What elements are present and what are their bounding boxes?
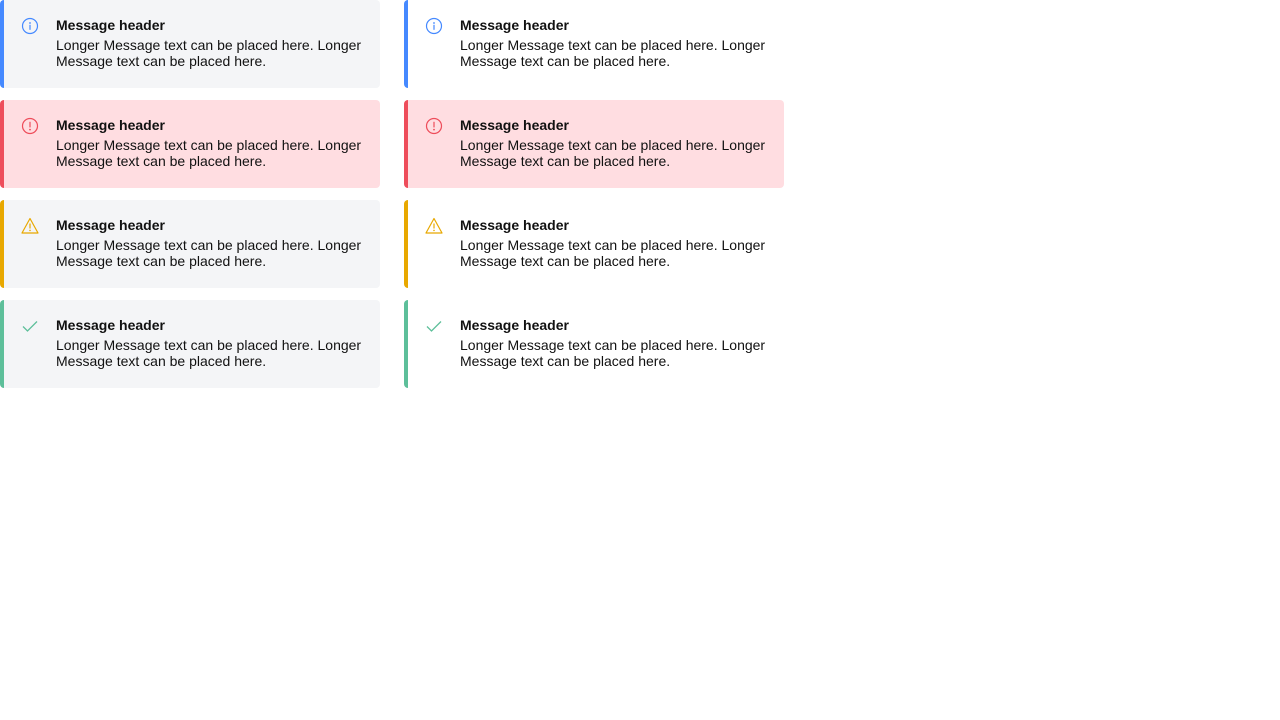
message-header: Message header — [56, 17, 165, 33]
exclamation-circle-icon — [20, 116, 40, 136]
message-header: Message header — [460, 317, 569, 333]
message-text: Message header Longer Message text can b… — [460, 16, 770, 69]
info-message: Message header Longer Message text can b… — [404, 0, 784, 88]
message-text: Message header Longer Message text can b… — [56, 116, 366, 169]
warning-message: Message header Longer Message text can b… — [404, 200, 784, 288]
message-header: Message header — [56, 317, 165, 333]
message-text: Message header Longer Message text can b… — [56, 316, 366, 369]
info-circle-icon — [424, 16, 444, 36]
message-body: Longer Message text can be placed here. … — [460, 37, 766, 69]
message-text: Message header Longer Message text can b… — [56, 16, 366, 69]
info-message: Message header Longer Message text can b… — [0, 0, 380, 88]
success-message: Message header Longer Message text can b… — [404, 300, 784, 388]
message-body: Longer Message text can be placed here. … — [56, 137, 362, 169]
message-body: Longer Message text can be placed here. … — [460, 337, 766, 369]
warning-triangle-icon — [20, 216, 40, 236]
success-message: Message header Longer Message text can b… — [0, 300, 380, 388]
message-body: Longer Message text can be placed here. … — [56, 37, 362, 69]
error-message: Message header Longer Message text can b… — [0, 100, 380, 188]
message-header: Message header — [460, 117, 569, 133]
warning-message: Message header Longer Message text can b… — [0, 200, 380, 288]
filled-messages-column: Message header Longer Message text can b… — [0, 0, 380, 388]
outlined-messages-column: Message header Longer Message text can b… — [404, 0, 784, 388]
message-columns: Message header Longer Message text can b… — [0, 0, 784, 388]
message-text: Message header Longer Message text can b… — [460, 116, 770, 169]
message-body: Longer Message text can be placed here. … — [460, 237, 766, 269]
message-header: Message header — [460, 217, 569, 233]
info-circle-icon — [20, 16, 40, 36]
error-message: Message header Longer Message text can b… — [404, 100, 784, 188]
message-body: Longer Message text can be placed here. … — [460, 137, 766, 169]
exclamation-circle-icon — [424, 116, 444, 136]
message-text: Message header Longer Message text can b… — [56, 216, 366, 269]
message-header: Message header — [460, 17, 569, 33]
message-text: Message header Longer Message text can b… — [460, 216, 770, 269]
message-header: Message header — [56, 217, 165, 233]
message-body: Longer Message text can be placed here. … — [56, 237, 362, 269]
checkmark-icon — [20, 316, 40, 336]
message-header: Message header — [56, 117, 165, 133]
warning-triangle-icon — [424, 216, 444, 236]
message-text: Message header Longer Message text can b… — [460, 316, 770, 369]
message-body: Longer Message text can be placed here. … — [56, 337, 362, 369]
checkmark-icon — [424, 316, 444, 336]
